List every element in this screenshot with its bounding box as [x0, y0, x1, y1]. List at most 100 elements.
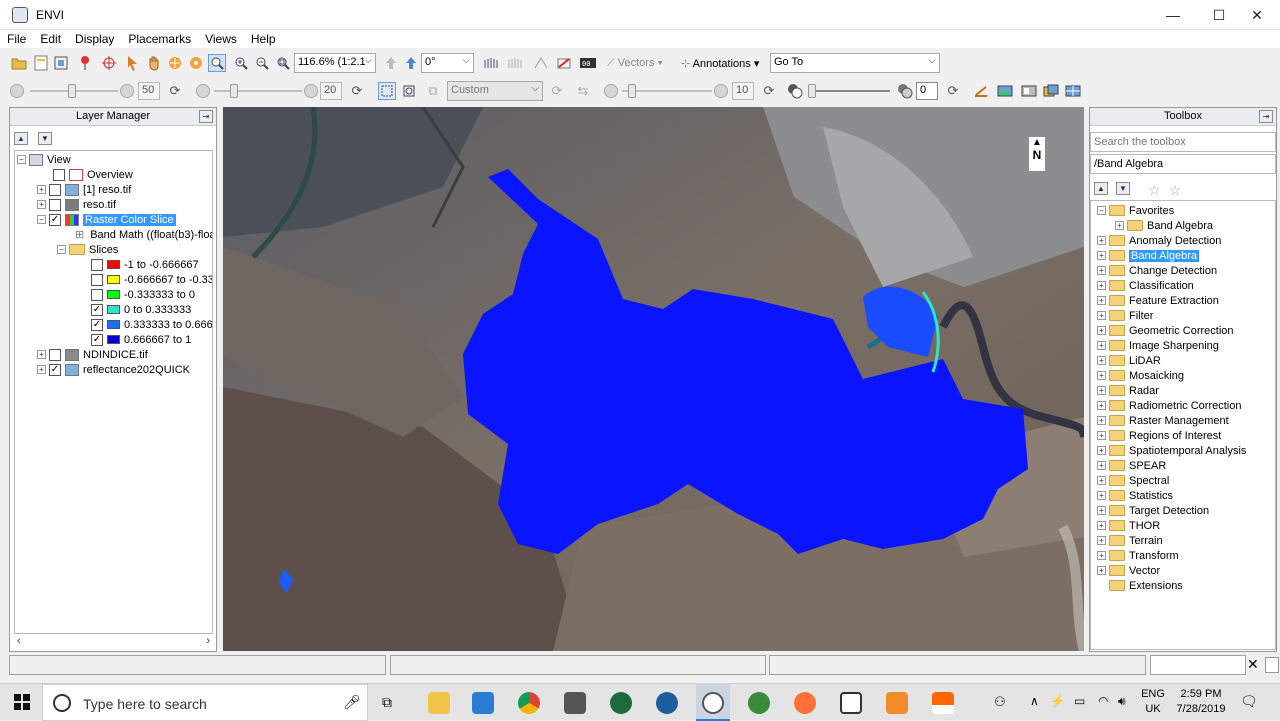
checkbox[interactable] — [53, 168, 65, 181]
reset-brightness-icon[interactable]: ⟳ — [166, 82, 184, 100]
toolbox-folder[interactable]: + Spatiotemporal Analysis — [1097, 443, 1246, 458]
minimize-button[interactable]: — — [1150, 0, 1196, 30]
image-icon[interactable] — [996, 82, 1014, 100]
checkbox-checked[interactable]: ✓ — [49, 213, 61, 226]
tree-layer[interactable]: + reso.tif — [37, 197, 116, 212]
battery-icon[interactable]: ▭ — [1074, 694, 1085, 708]
toolbox-folder[interactable]: + Change Detection — [1097, 263, 1217, 278]
microphone-icon[interactable]: 🎤︎ — [343, 694, 361, 711]
collapse-icon[interactable]: − — [17, 155, 26, 164]
cancel-process-icon[interactable]: ✕ — [1247, 656, 1259, 673]
portal-icon[interactable] — [482, 54, 500, 72]
annotations-menu[interactable]: ⊹ Annotations ▾ — [681, 57, 759, 70]
toolbox-folder-selected[interactable]: + Band Algebra — [1097, 248, 1200, 263]
expand-icon[interactable]: + — [1097, 491, 1106, 500]
checkbox[interactable] — [91, 258, 103, 271]
slice-item[interactable]: ✓ 0.666667 to 1 — [91, 332, 191, 347]
toolbox-folder[interactable]: + Band Algebra — [1115, 218, 1213, 233]
data-manager-icon[interactable] — [32, 54, 50, 72]
rotate-north-icon[interactable] — [382, 54, 400, 72]
close-button[interactable]: ✕ — [1234, 0, 1280, 30]
toolbox-folder[interactable]: + Classification — [1097, 278, 1194, 293]
toolbox-folder[interactable]: Extensions — [1109, 578, 1183, 593]
app-icon-green[interactable] — [610, 692, 632, 714]
language-indicator[interactable]: ENG UK — [1141, 688, 1165, 715]
expand-icon[interactable]: + — [1097, 371, 1106, 380]
tree-overview[interactable]: Overview — [53, 167, 133, 182]
expand-icon[interactable]: + — [1097, 461, 1106, 470]
expand-icon[interactable]: + — [1097, 446, 1106, 455]
menu-views[interactable]: Views — [198, 30, 244, 48]
expand-all-icon[interactable]: ▼ — [1116, 182, 1130, 195]
blend-icon[interactable] — [506, 54, 524, 72]
reset-contrast-icon[interactable]: ⟳ — [348, 82, 366, 100]
toolbox-folder[interactable]: + Terrain — [1097, 533, 1163, 548]
collapse-icon[interactable]: − — [1097, 206, 1106, 215]
expand-icon[interactable]: + — [1097, 356, 1106, 365]
toolbox-folder[interactable]: + Statistics — [1097, 488, 1173, 503]
show-hidden-icons-chevron-icon[interactable]: ∧ — [1030, 694, 1039, 708]
toolbox-folder-favorites[interactable]: − Favorites — [1097, 203, 1174, 218]
slice-item[interactable]: ✓ 0 to 0.333333 — [91, 302, 191, 317]
brightness-slider-handle[interactable] — [68, 84, 76, 98]
clock[interactable]: 2:59 PM 7/28/2019 — [1172, 688, 1230, 715]
toolbox-folder[interactable]: + LiDAR — [1097, 353, 1161, 368]
expand-icon[interactable]: + — [1097, 251, 1106, 260]
layers-icon[interactable] — [1042, 82, 1060, 100]
horizontal-scrollbar[interactable]: ‹ › — [14, 635, 213, 649]
transparency-value[interactable]: 0 — [916, 82, 938, 100]
collapse-icon[interactable]: − — [57, 245, 66, 254]
store-icon[interactable] — [472, 692, 494, 714]
select-icon[interactable] — [124, 54, 142, 72]
expand-icon[interactable]: + — [1097, 536, 1106, 545]
menu-file[interactable]: File — [0, 30, 33, 48]
zoom-combo[interactable]: 116.6% (1:2.1 ⌵ — [294, 53, 376, 73]
pin-icon[interactable]: ⇥ — [1259, 110, 1273, 123]
vlc-icon[interactable] — [932, 692, 954, 714]
pin-icon[interactable]: ⇥ — [199, 110, 213, 123]
expand-icon[interactable]: + — [37, 185, 46, 194]
volume-icon[interactable]: 🔊︎ — [1118, 694, 1126, 709]
slice-item[interactable]: -0.666667 to -0.3333 — [91, 272, 212, 287]
checkbox-checked[interactable]: ✓ — [91, 303, 103, 316]
expand-icon[interactable]: + — [1097, 551, 1106, 560]
collapse-all-icon[interactable]: ▲ — [1094, 182, 1108, 195]
toolbox-folder[interactable]: + SPEAR — [1097, 458, 1166, 473]
checkbox[interactable] — [91, 288, 103, 301]
checkbox[interactable] — [91, 273, 103, 286]
zoom-out-icon[interactable] — [253, 54, 271, 72]
image-view[interactable]: ▲ N — [223, 107, 1084, 651]
grayscale-icon[interactable] — [1020, 82, 1038, 100]
zoom-full-icon[interactable] — [274, 54, 292, 72]
checkbox[interactable] — [49, 183, 61, 196]
zoom-in-icon[interactable] — [232, 54, 250, 72]
zoom-tool-icon[interactable] — [208, 54, 226, 72]
checkbox[interactable] — [49, 348, 61, 361]
people-icon[interactable]: ⚇ — [994, 694, 1006, 710]
rotate-left-icon[interactable] — [402, 54, 420, 72]
tree-slices[interactable]: − Slices — [57, 242, 118, 257]
task-view-icon[interactable]: ⧉ — [382, 694, 392, 711]
firefox-icon[interactable] — [794, 692, 816, 714]
sharpen-slider-handle[interactable] — [628, 84, 636, 98]
rotation-combo[interactable]: 0° ⌵ — [421, 53, 474, 73]
goto-combo[interactable]: Go To ⌵ — [770, 53, 940, 73]
toolbox-folder[interactable]: + Feature Extraction — [1097, 293, 1219, 308]
toolbox-folder[interactable]: + Geometric Correction — [1097, 323, 1234, 338]
expand-icon[interactable]: + — [1097, 326, 1106, 335]
toolbox-folder[interactable]: + Radar — [1097, 383, 1159, 398]
tree-layer-selected[interactable]: − ✓ Raster Color Slice — [37, 212, 176, 227]
taskbar-search-box[interactable]: Type here to search 🎤︎ — [42, 684, 368, 721]
contrast-slider-handle[interactable] — [230, 84, 238, 98]
tree-band-math[interactable]: ⊞Band Math ((float(b3)-float(b5 — [75, 227, 212, 242]
menu-display[interactable]: Display — [68, 30, 121, 48]
contrast-value[interactable]: 20 — [320, 82, 342, 100]
toolbox-search-input[interactable] — [1090, 132, 1276, 152]
expand-icon[interactable]: + — [1097, 521, 1106, 530]
fly-icon[interactable] — [166, 54, 184, 72]
rotate-icon[interactable] — [187, 54, 205, 72]
expand-icon[interactable]: + — [1097, 566, 1106, 575]
expand-icon[interactable]: + — [1097, 341, 1106, 350]
tree-layer[interactable]: + NDINDICE.tif — [37, 347, 148, 362]
remove-favorite-star-icon[interactable]: ☆ — [1169, 182, 1182, 199]
